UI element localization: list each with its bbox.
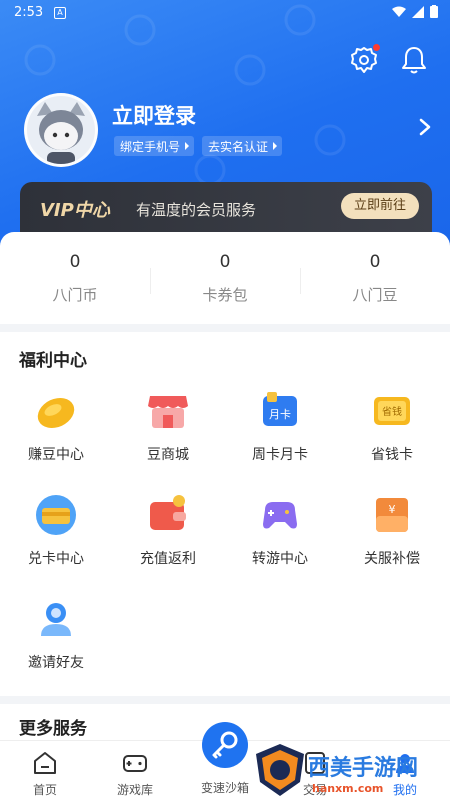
grid-label: 豆商城 — [147, 447, 189, 463]
stat-beans[interactable]: 0 八门豆 — [300, 252, 450, 305]
grid-item-bean-shop[interactable]: 豆商城 — [112, 388, 224, 464]
svg-text:¥: ¥ — [389, 503, 396, 516]
stat-label: 卡券包 — [202, 286, 248, 304]
shield-logo-icon — [256, 744, 304, 796]
tab-game-library[interactable]: 游戏库 — [90, 749, 180, 798]
watermark-text: 西美手游网 — [308, 756, 419, 781]
avatar-image — [37, 102, 85, 164]
save-card-icon: 省钱 — [374, 397, 410, 425]
grid-item-recharge-rebate[interactable]: 充值返利 — [112, 492, 224, 568]
vip-go-button[interactable]: 立即前往 — [341, 193, 419, 219]
vip-banner[interactable]: VIP中心 有温度的会员服务 立即前往 — [20, 182, 432, 238]
notification-dot — [373, 44, 380, 51]
watermark-url: hanxm.com — [312, 782, 384, 795]
grid-label: 兑卡中心 — [28, 551, 84, 567]
section-title: 福利中心 — [19, 351, 87, 371]
invite-icon — [41, 603, 71, 636]
grid-label: 周卡月卡 — [252, 447, 308, 463]
watermark: 西美手游网 hanxm.com — [252, 742, 450, 800]
tab-home[interactable]: 首页 — [0, 749, 90, 798]
exchange-icon — [36, 495, 76, 535]
sandbox-button[interactable] — [202, 722, 248, 768]
grid-label: 转游中心 — [252, 551, 308, 567]
month-card-icon: 月卡 — [263, 392, 297, 426]
grid-item-exchange-card[interactable]: 兑卡中心 — [0, 492, 112, 568]
grid-item-invite-friends[interactable]: 邀请好友 — [0, 596, 112, 672]
stat-label: 八门币 — [52, 286, 98, 304]
card-badge: 月卡 — [269, 408, 291, 421]
section-title: 更多服务 — [19, 719, 87, 739]
grid-label: 关服补偿 — [364, 551, 420, 567]
shop-icon — [148, 396, 188, 428]
grid-label: 省钱卡 — [371, 447, 413, 463]
battery-icon — [430, 5, 438, 18]
compensation-icon: ¥ — [376, 498, 408, 532]
stat-value: 0 — [369, 252, 381, 272]
grid-item-shutdown-compensation[interactable]: ¥ 关服补偿 — [336, 492, 448, 568]
chevron-right-icon[interactable] — [415, 117, 435, 137]
gamepad-icon — [263, 502, 297, 529]
card-badge: 省钱 — [382, 405, 402, 418]
grid-item-earn-beans[interactable]: 赚豆中心 — [0, 388, 112, 464]
welfare-center: 福利中心 赚豆中心 豆商城 月卡 周卡月卡 省钱 省钱卡 兑卡中心 充值返利 转… — [0, 332, 450, 696]
bell-icon — [402, 47, 426, 74]
status-indicators — [392, 5, 438, 18]
tab-label: 游戏库 — [116, 783, 153, 797]
stat-value: 0 — [219, 252, 231, 272]
home-icon — [34, 752, 56, 774]
grid-item-month-card[interactable]: 月卡 周卡月卡 — [224, 388, 336, 464]
profile-header: 2:53 A 立即登录 绑定手机号 去实名认证 VIP中心 有温度的会员服务 立… — [0, 0, 450, 250]
stat-label: 八门豆 — [352, 286, 398, 304]
grid-label: 邀请好友 — [28, 655, 84, 671]
signal-icon — [412, 5, 424, 18]
game-library-icon — [123, 755, 147, 772]
real-name-button[interactable]: 去实名认证 — [202, 136, 283, 156]
notifications-button[interactable] — [398, 44, 430, 76]
settings-button[interactable] — [348, 44, 380, 76]
wallet-icon — [150, 495, 186, 530]
grid-item-save-card[interactable]: 省钱 省钱卡 — [336, 388, 448, 464]
status-bar: 2:53 A — [0, 0, 450, 26]
login-title[interactable]: 立即登录 — [112, 100, 196, 130]
sandbox-icon — [212, 731, 238, 759]
bean-icon — [37, 397, 75, 429]
grid-label: 充值返利 — [140, 551, 196, 567]
grid-label: 赚豆中心 — [28, 447, 84, 463]
avatar[interactable] — [24, 93, 98, 167]
notification-icon: A — [54, 7, 66, 19]
tab-label: 首页 — [32, 783, 57, 797]
stat-value: 0 — [69, 252, 81, 272]
stat-coins[interactable]: 0 八门币 — [0, 252, 150, 305]
grid-item-game-transfer[interactable]: 转游中心 — [224, 492, 336, 568]
account-stats: 0 八门币 0 卡券包 0 八门豆 — [0, 232, 450, 324]
wifi-icon — [392, 6, 406, 17]
bind-phone-button[interactable]: 绑定手机号 — [114, 136, 195, 156]
vip-description: 有温度的会员服务 — [136, 201, 257, 219]
status-time: 2:53 — [14, 5, 44, 20]
stat-coupons[interactable]: 0 卡券包 — [150, 252, 300, 305]
vip-logo: VIP中心 — [40, 200, 110, 221]
